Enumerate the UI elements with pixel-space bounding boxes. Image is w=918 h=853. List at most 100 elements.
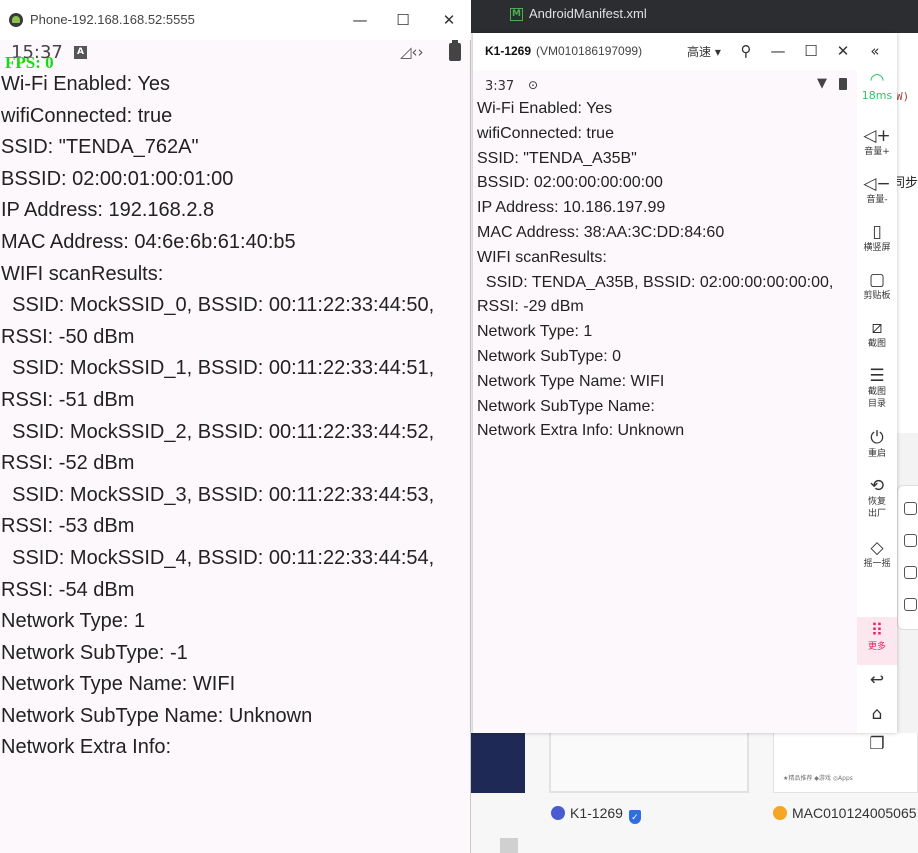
quality-dropdown[interactable]: 高速 ▾ [687, 43, 721, 60]
wifi-status-icon: ▼ [817, 76, 827, 91]
crop-icon: ⧄ [871, 318, 883, 338]
info-line: RSSI: -51 dBm [1, 388, 135, 411]
fps-counter: FPS: 0 [5, 53, 54, 72]
latency-value: 18ms [861, 89, 893, 102]
network-latency: ◠ 18ms [857, 70, 897, 102]
status-time: 3:37 [485, 79, 515, 94]
window-titlebar[interactable]: Phone-192.168.168.52:5555 — ☐ ✕ [0, 0, 471, 40]
info-line: MAC Address: 04:6e:6b:61:40:b5 [1, 230, 296, 253]
volume-down-button[interactable]: ◁− 音量- [857, 174, 897, 206]
screenshot-button[interactable]: ⧄ 截图 [857, 318, 897, 350]
maximize-button[interactable]: ☐ [388, 7, 418, 33]
info-line: Network Extra Info: [1, 736, 172, 759]
battery-icon [449, 40, 461, 61]
recents-button[interactable]: ❐ [857, 734, 897, 754]
info-line: SSID: "TENDA_762A" [1, 136, 199, 159]
reboot-button[interactable]: ⏻ 重启 [857, 428, 897, 460]
volume-down-icon: ◁− [863, 174, 891, 194]
io-icon[interactable] [904, 566, 917, 579]
device-name: K1-1269 [485, 44, 532, 58]
background-side-panel [897, 485, 918, 630]
minimize-button[interactable]: — [767, 39, 789, 63]
screenshot-folder-button[interactable]: ☰ 截图目录 [857, 366, 897, 410]
volume-up-icon: ◁+ [863, 126, 891, 146]
info-line: MAC Address: 38:AA:3C:DD:84:60 [477, 223, 725, 241]
info-line: BSSID: 02:00:00:00:00:00 [477, 174, 663, 192]
control-sidebar: ◠ 18ms ◁+ 音量+ ◁− 音量- ▯ 横竖屏 ▢ 剪贴板 ⧄ 截图 ☰ … [857, 70, 897, 754]
device-avatar [773, 806, 787, 820]
folder-icon: ☰ [869, 366, 885, 386]
maximize-button[interactable]: ☐ [800, 39, 822, 63]
info-line: RSSI: -52 dBm [1, 452, 135, 475]
info-line: SSID: TENDA_A35B, BSSID: 02:00:00:00:00:… [477, 273, 834, 291]
info-line: Network SubType: 0 [477, 347, 622, 365]
device-label-k1[interactable]: K1-1269 ✓ [551, 805, 641, 824]
window-title: Phone-192.168.168.52:5555 [30, 12, 195, 27]
sidebar-label: 截图目录 [867, 387, 886, 409]
pin-icon[interactable]: ⚲ [735, 39, 757, 63]
power-icon: ⏻ [870, 428, 884, 448]
back-arrow-icon: ↩ [869, 670, 885, 690]
settings-icon[interactable] [904, 502, 917, 515]
info-line: RSSI: -50 dBm [1, 325, 135, 348]
clipboard-button[interactable]: ▢ 剪贴板 [857, 270, 897, 302]
info-line: SSID: MockSSID_0, BSSID: 00:11:22:33:44:… [1, 294, 435, 317]
battery-icon [839, 78, 847, 90]
display-icon[interactable] [904, 598, 917, 611]
sidebar-label: 重启 [867, 449, 886, 459]
info-line: Network Type Name: WIFI [1, 673, 236, 696]
shake-icon: ◇ [870, 538, 884, 558]
info-line: SSID: MockSSID_4, BSSID: 00:11:22:33:44:… [1, 546, 435, 569]
info-line: SSID: MockSSID_1, BSSID: 00:11:22:33:44:… [1, 357, 435, 380]
info-line: IP Address: 192.168.2.8 [1, 199, 215, 222]
android-app-icon [9, 13, 23, 27]
back-button[interactable]: ↩ [857, 670, 897, 690]
clipboard-icon: ▢ [868, 270, 886, 290]
more-button[interactable]: ⠿ 更多 [857, 617, 897, 665]
rotate-button[interactable]: ▯ 横竖屏 [857, 222, 897, 254]
sidebar-label: 音量- [866, 195, 888, 205]
card-nav-bar: ★精品推荐 ◆游戏 ◎Apps [783, 775, 853, 782]
more-grid-icon: ⠿ [870, 621, 884, 641]
device-name: K1-1269 [570, 805, 623, 821]
window-titlebar[interactable]: K1-1269 (VM010186197099) 高速 ▾ ⚲ — ☐ ✕ « [473, 33, 897, 70]
volume-up-button[interactable]: ◁+ 音量+ [857, 126, 897, 158]
sidebar-label: 音量+ [864, 147, 890, 157]
info-line: Network SubType: -1 [1, 641, 188, 664]
info-line: RSSI: -54 dBm [1, 578, 135, 601]
info-line: WIFI scanResults: [477, 248, 607, 266]
info-line: SSID: MockSSID_3, BSSID: 00:11:22:33:44:… [1, 483, 435, 506]
info-line: SSID: MockSSID_2, BSSID: 00:11:22:33:44:… [1, 420, 435, 443]
close-button[interactable]: ✕ [832, 39, 854, 63]
home-button[interactable]: ⌂ [857, 704, 897, 724]
sidebar-label: 摇一摇 [863, 559, 891, 569]
device-card-k1[interactable] [549, 733, 749, 793]
device-label-mac[interactable]: MAC010124005065 [773, 805, 917, 821]
device-thumbnail[interactable] [470, 733, 525, 793]
background-code-fragment: W) [896, 90, 910, 103]
sidebar-label: 恢复出厂 [867, 497, 886, 519]
rotate-icon: ▯ [872, 222, 882, 242]
info-line: RSSI: -29 dBm [477, 298, 584, 316]
collapse-icon[interactable]: « [864, 39, 886, 63]
phone-screen[interactable]: 3:37 ⊙ ▼ Wi-Fi Enabled: Yes wifiConnected… [473, 70, 857, 733]
sidebar-label: 横竖屏 [863, 243, 891, 253]
shake-button[interactable]: ◇ 摇一摇 [857, 538, 897, 570]
info-line: BSSID: 02:00:01:00:01:00 [1, 167, 234, 190]
wifi-info-text: Wi-Fi Enabled: Yes wifiConnected: true SSI… [477, 97, 857, 444]
sidebar-label: 更多 [867, 642, 886, 652]
info-line: wifiConnected: true [477, 124, 614, 142]
info-line: Network Extra Info: Unknown [477, 422, 685, 440]
wifi-info-text: Wi-Fi Enabled: Yes wifiConnected: true SSI… [1, 69, 471, 764]
phone-window-1: Phone-192.168.168.52:5555 — ☐ ✕ 15:37 A … [0, 0, 471, 853]
info-line: Network Type: 1 [477, 323, 593, 341]
scrollbar[interactable] [500, 838, 518, 853]
info-line: SSID: "TENDA_A35B" [477, 149, 637, 167]
factory-reset-button[interactable]: ⟲ 恢复出厂 [857, 476, 897, 520]
location-icon: ⊙ [528, 78, 539, 92]
close-button[interactable]: ✕ [434, 7, 464, 33]
minimize-button[interactable]: — [345, 7, 375, 33]
keyboard-icon[interactable] [904, 534, 917, 547]
ide-tab-title[interactable]: AndroidManifest.xml [529, 6, 647, 21]
info-line: WIFI scanResults: [1, 262, 164, 285]
